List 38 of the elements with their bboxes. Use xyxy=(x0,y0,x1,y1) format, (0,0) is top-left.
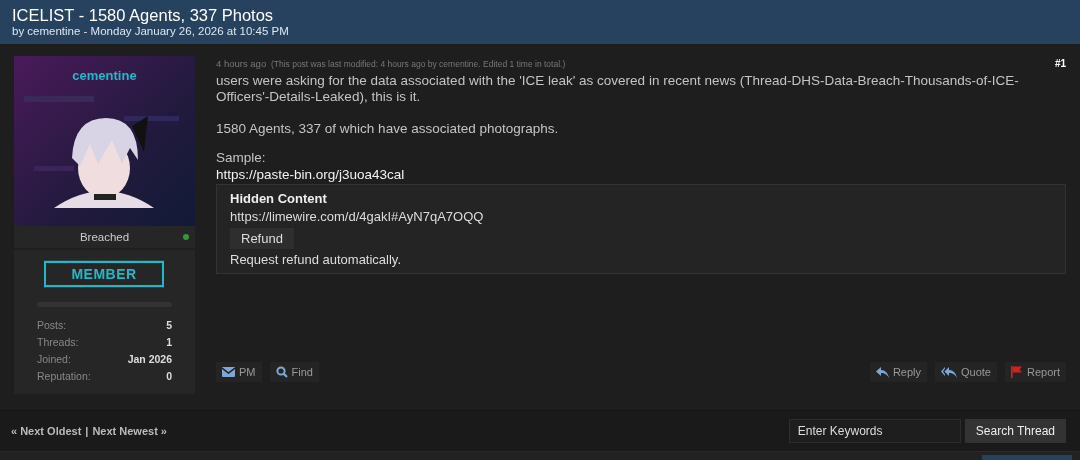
refund-button[interactable]: Refund xyxy=(230,228,294,249)
stat-value: 1 xyxy=(166,335,172,350)
mail-icon xyxy=(222,367,235,377)
find-button[interactable]: Find xyxy=(269,362,319,382)
stat-value: 5 xyxy=(166,318,172,333)
pm-button[interactable]: PM xyxy=(216,362,262,382)
hidden-content-title: Hidden Content xyxy=(230,190,327,207)
search-thread-button[interactable]: Search Thread xyxy=(964,419,1066,443)
user-title: Breached xyxy=(79,231,130,243)
refund-note: Request refund automatically. xyxy=(230,251,402,268)
stat-value: 0 xyxy=(166,369,172,384)
thread-title: ICELIST - 1580 Agents, 337 Photos xyxy=(12,6,275,25)
stat-label: Reputation: xyxy=(37,369,91,384)
next-oldest-link[interactable]: « Next Oldest xyxy=(11,425,82,437)
flag-icon xyxy=(1010,366,1023,378)
reply-button[interactable]: Reply xyxy=(869,362,927,382)
quote-button[interactable]: Quote xyxy=(935,362,997,382)
reply-icon xyxy=(875,366,889,378)
rank-badge: MEMBER xyxy=(44,260,164,288)
username[interactable]: cementine xyxy=(14,56,195,83)
stat-label: Threads: xyxy=(37,335,79,350)
search-icon xyxy=(275,366,288,378)
reply-all-icon xyxy=(941,366,957,378)
thread-byline: by cementine - Monday January 26, 2026 at 10:45 PM xyxy=(12,25,290,38)
sample-link[interactable]: https://paste-bin.org/j3uoa43cal xyxy=(216,167,405,182)
report-button[interactable]: Report xyxy=(1004,362,1066,382)
sample-label: Sample: xyxy=(216,150,267,165)
post-paragraph: users were asking for the data associated with the 'ICE leak' as covered in recent news (Thread-DHS-Data-Breach-Thousands-of-ICE-Officers'-Details-Leaked), this is it. xyxy=(216,73,1020,105)
stat-value: Jan 2026 xyxy=(127,352,172,367)
keywords-field[interactable]: Enter Keywords xyxy=(788,419,961,443)
stat-label: Joined: xyxy=(37,352,71,367)
stat-label: Posts: xyxy=(37,318,67,333)
hidden-link[interactable]: https://limewire.com/d/4gakI#AyN7qA7OQQ xyxy=(230,207,484,227)
post-meta: 4 hours ago (This post was last modified: 4 hours ago by cementine. Edited 1 time in total.) xyxy=(216,57,566,69)
nav-separator: | xyxy=(85,425,89,437)
post-paragraph: 1580 Agents, 337 of which have associated photographs. xyxy=(216,121,560,137)
next-newest-link[interactable]: Next Newest » xyxy=(92,425,167,437)
post-number[interactable]: #1 xyxy=(1054,57,1066,69)
